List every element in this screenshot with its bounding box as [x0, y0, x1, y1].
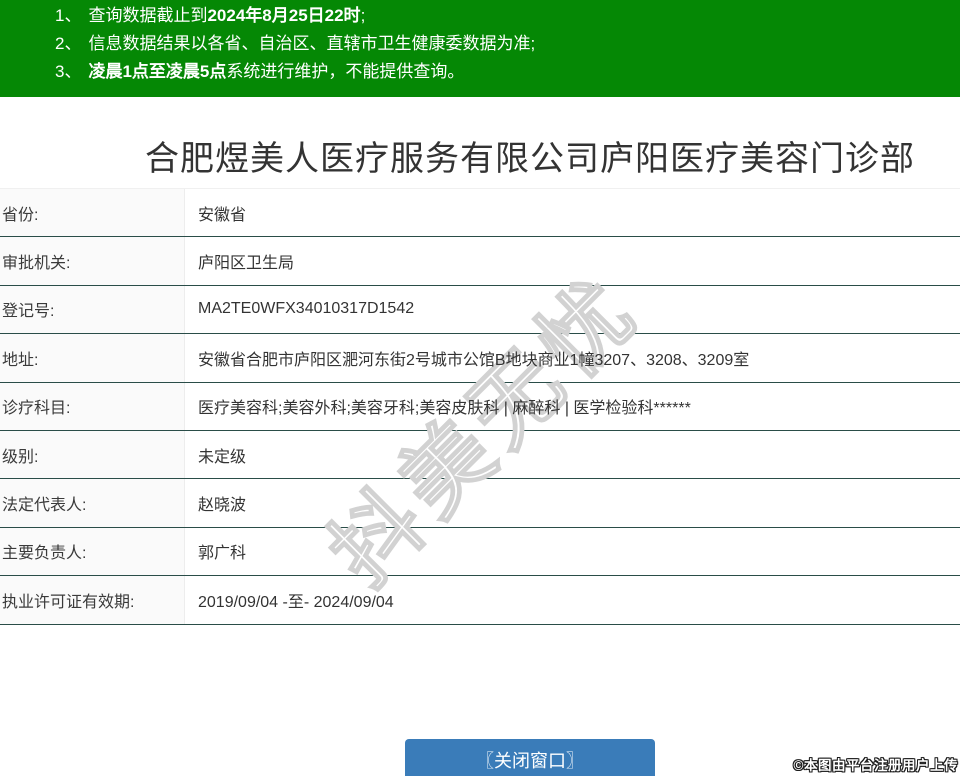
field-label: 省份:: [0, 189, 185, 237]
notice-number: 3、: [55, 62, 82, 81]
table-row: 登记号: MA2TE0WFX34010317D1542: [0, 285, 960, 335]
field-value: 庐阳区卫生局: [198, 255, 295, 273]
notice-text: 凌晨1点至凌晨5点系统进行维护，不能提供查询。: [88, 62, 465, 81]
notice-line: 2、 信息数据结果以各省、自治区、直辖市卫生健康委数据为准;: [55, 30, 960, 58]
query-result-page: 1、 查询数据截止到2024年8月25日22时; 2、 信息数据结果以各省、自治…: [0, 0, 960, 776]
notice-banner: 1、 查询数据截止到2024年8月25日22时; 2、 信息数据结果以各省、自治…: [0, 0, 960, 97]
field-label: 审批机关:: [0, 237, 185, 285]
table-row: 审批机关: 庐阳区卫生局: [0, 237, 960, 286]
notice-line: 1、 查询数据截止到2024年8月25日22时;: [55, 2, 960, 30]
notice-line: 3、 凌晨1点至凌晨5点系统进行维护，不能提供查询。: [55, 58, 960, 86]
close-window-button[interactable]: 〖关闭窗口〗: [405, 739, 655, 776]
field-value: 未定级: [198, 448, 247, 466]
field-label: 法定代表人:: [0, 479, 185, 527]
table-row: 执业许可证有效期: 2019/09/04 -至- 2024/09/04: [0, 576, 960, 625]
field-label: 执业许可证有效期:: [0, 576, 185, 624]
field-label: 级别:: [0, 430, 185, 479]
table-row: 省份: 安徽省: [0, 189, 960, 238]
field-value: 安徽省合肥市庐阳区淝河东街2号城市公馆B地块商业1幢3207、3208、3209…: [198, 351, 750, 369]
table-row: 级别: 未定级: [0, 430, 960, 480]
field-value: 安徽省: [198, 206, 247, 224]
notice-number: 2、: [55, 34, 82, 53]
notice-text: 查询数据截止到2024年8月25日22时;: [88, 6, 366, 25]
notice-number: 1、: [55, 6, 82, 25]
field-label: 地址:: [0, 334, 185, 382]
field-value: MA2TE0WFX34010317D1542: [198, 300, 415, 318]
field-value: 赵晓波: [198, 497, 247, 515]
field-value: 郭广科: [198, 545, 247, 563]
table-row: 法定代表人: 赵晓波: [0, 479, 960, 528]
field-value: 医疗美容科;美容外科;美容牙科;美容皮肤科 | 麻醉科 | 医学检验科*****…: [198, 400, 691, 418]
page-title: 合肥煜美人医疗服务有限公司庐阳医疗美容门诊部: [145, 140, 915, 178]
field-label: 诊疗科目:: [0, 382, 185, 430]
copyright-watermark: ©本图由平台注册用户上传: [793, 758, 958, 773]
table-row: 地址: 安徽省合肥市庐阳区淝河东街2号城市公馆B地块商业1幢3207、3208、…: [0, 334, 960, 383]
table-row: 诊疗科目: 医疗美容科;美容外科;美容牙科;美容皮肤科 | 麻醉科 | 医学检验…: [0, 382, 960, 431]
institution-record-table: 省份: 安徽省 审批机关: 庐阳区卫生局 登记号: MA2TE0WFX34010…: [0, 188, 960, 625]
notice-text: 信息数据结果以各省、自治区、直辖市卫生健康委数据为准;: [88, 34, 536, 53]
field-value: 2019/09/04 -至- 2024/09/04: [198, 593, 394, 611]
table-row: 主要负责人: 郭广科: [0, 527, 960, 577]
field-label: 主要负责人:: [0, 527, 185, 576]
field-label: 登记号:: [0, 285, 185, 334]
